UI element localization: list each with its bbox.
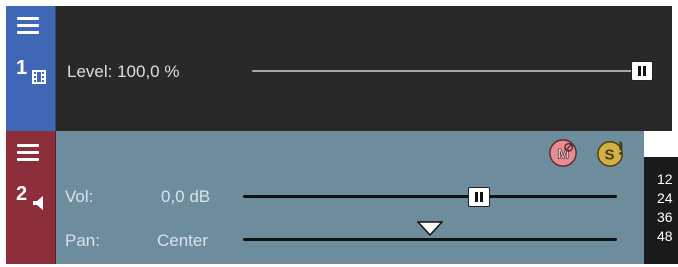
vol-slider-thumb[interactable]: [467, 187, 490, 207]
vol-label: Vol:: [65, 187, 94, 206]
pan-slider-thumb[interactable]: [417, 221, 443, 237]
level-slider-thumb[interactable]: [631, 61, 653, 81]
vol-value[interactable]: 0,0 dB: [161, 187, 210, 207]
track-2-header[interactable]: 2: [6, 131, 56, 264]
pan-label: Pan:: [65, 231, 100, 250]
meter-scale-label: 36: [657, 209, 673, 225]
mute-icon[interactable]: M: [548, 138, 578, 168]
audio-speaker-icon: [33, 196, 43, 210]
track-1-menu-icon[interactable]: [17, 16, 39, 34]
level-label: Level: 100,0 %: [67, 62, 180, 81]
pan-value[interactable]: Center: [157, 231, 208, 251]
video-film-icon: [32, 70, 46, 84]
pan-slider-track[interactable]: [243, 238, 617, 241]
level-slider-track[interactable]: [252, 70, 642, 72]
vol-slider-track[interactable]: [243, 195, 617, 198]
track-2-number: 2: [16, 183, 28, 205]
track-1-body: Level: 100,0 %: [56, 6, 672, 131]
track-1-header[interactable]: 1: [6, 6, 56, 131]
meter-scale-label: 48: [657, 228, 673, 244]
track-2-menu-icon[interactable]: [17, 143, 39, 161]
track-1-number: 1: [16, 57, 28, 79]
meter-scale-label: 12: [657, 171, 673, 187]
solo-icon[interactable]: S: [596, 138, 626, 168]
meter-scale-label: 24: [657, 190, 673, 206]
svg-text:S: S: [604, 147, 614, 164]
track-2-body: M S Vol: 0,0 dB Pan: Center: [56, 131, 644, 264]
